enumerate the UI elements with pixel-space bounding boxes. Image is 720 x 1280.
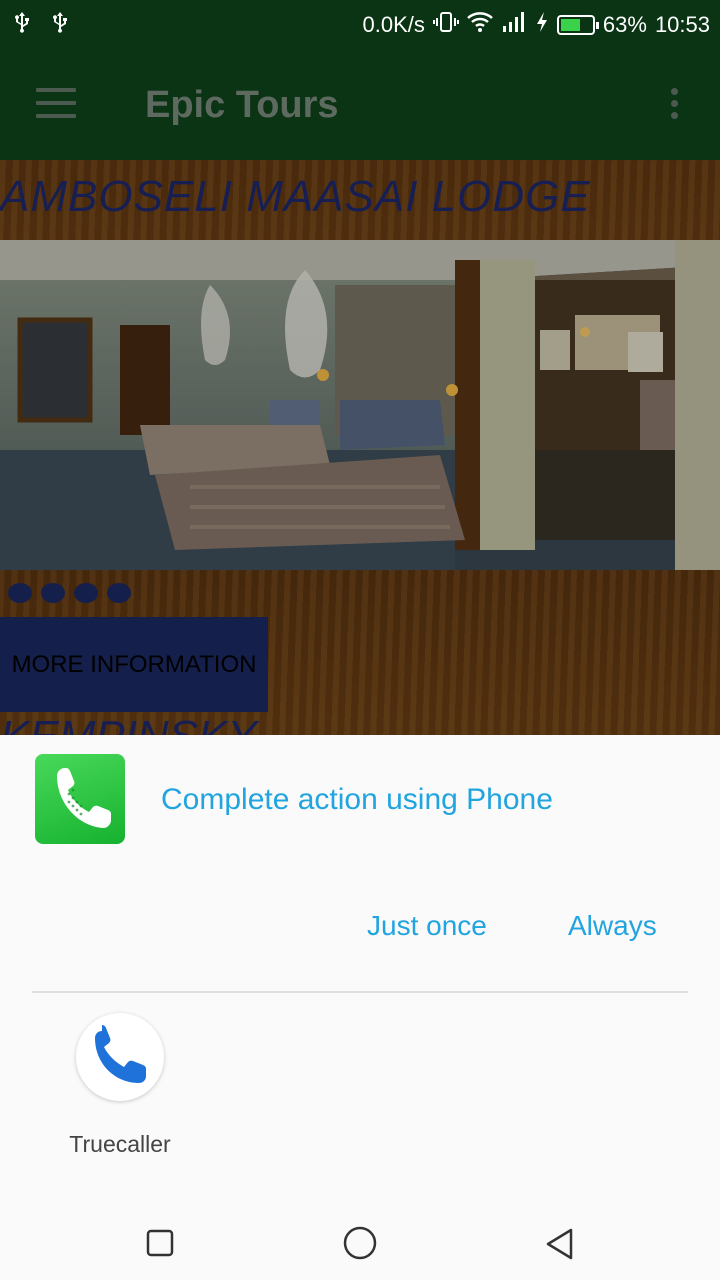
vibrate-icon	[432, 10, 459, 40]
app-option-label: Truecaller	[69, 1131, 171, 1157]
battery-percent: 63%	[602, 12, 647, 37]
phone-app-icon	[35, 754, 125, 844]
chooser-title: Complete action using Phone	[161, 783, 553, 816]
status-right: 0.0K/s 63% 10:53	[363, 10, 710, 40]
usb-icon	[48, 10, 72, 40]
signal-icon	[501, 11, 527, 39]
hamburger-menu-icon[interactable]	[36, 88, 76, 118]
app-bar: Epic Tours	[0, 50, 720, 160]
app-title: Epic Tours	[145, 84, 339, 126]
usb-icon	[10, 10, 34, 40]
carousel-dot[interactable]	[107, 583, 131, 603]
app-option-truecaller[interactable]: Truecaller	[40, 1013, 200, 1163]
status-bar: 0.0K/s 63% 10:53	[0, 0, 720, 50]
app-chooser-sheet: Complete action using Phone Just once Al…	[0, 735, 720, 1205]
more-information-button[interactable]: MORE INFORMATION	[0, 617, 268, 712]
home-circle-icon[interactable]	[343, 1226, 377, 1265]
clock: 10:53	[654, 12, 710, 37]
lodge-listing: AMBOSELI MAASAI LODGE MORE INFORMATION	[0, 160, 720, 735]
navigation-bar	[0, 1205, 720, 1280]
carousel-dot[interactable]	[8, 583, 32, 603]
just-once-button[interactable]: Just once	[367, 910, 487, 942]
phone-icon	[76, 1013, 164, 1101]
always-button[interactable]: Always	[568, 910, 657, 942]
carousel-indicators	[8, 583, 131, 603]
more-vert-icon[interactable]	[668, 88, 682, 122]
lodge-title: AMBOSELI MAASAI LODGE	[0, 172, 591, 221]
recents-square-icon[interactable]	[146, 1229, 174, 1262]
status-left	[10, 10, 72, 40]
divider	[32, 991, 688, 993]
lodge-photo[interactable]	[0, 240, 720, 570]
wifi-icon	[467, 11, 493, 39]
battery-level	[560, 19, 580, 31]
next-lodge-title: KEMPINSKY	[0, 712, 257, 735]
charging-icon	[535, 11, 549, 39]
battery-icon	[556, 15, 599, 35]
carousel-dot[interactable]	[74, 583, 98, 603]
back-triangle-icon[interactable]	[544, 1227, 576, 1266]
net-speed: 0.0K/s	[362, 12, 425, 37]
carousel-dot[interactable]	[41, 583, 65, 603]
